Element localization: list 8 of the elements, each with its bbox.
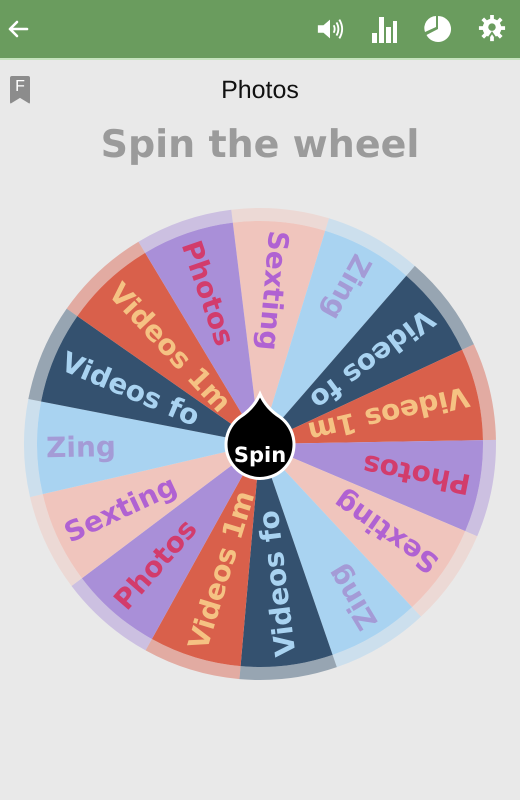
segment-label: Zing: [46, 430, 116, 464]
pie-chart-icon[interactable]: [424, 15, 452, 43]
segment-label: Videos fo: [252, 508, 302, 658]
segment-label: Sexting: [252, 229, 296, 352]
heading: Spin the wheel: [100, 122, 420, 166]
wheel-title: Photos: [220, 76, 300, 104]
bar-chart-icon[interactable]: [370, 15, 398, 43]
settings-icon[interactable]: [478, 15, 506, 43]
